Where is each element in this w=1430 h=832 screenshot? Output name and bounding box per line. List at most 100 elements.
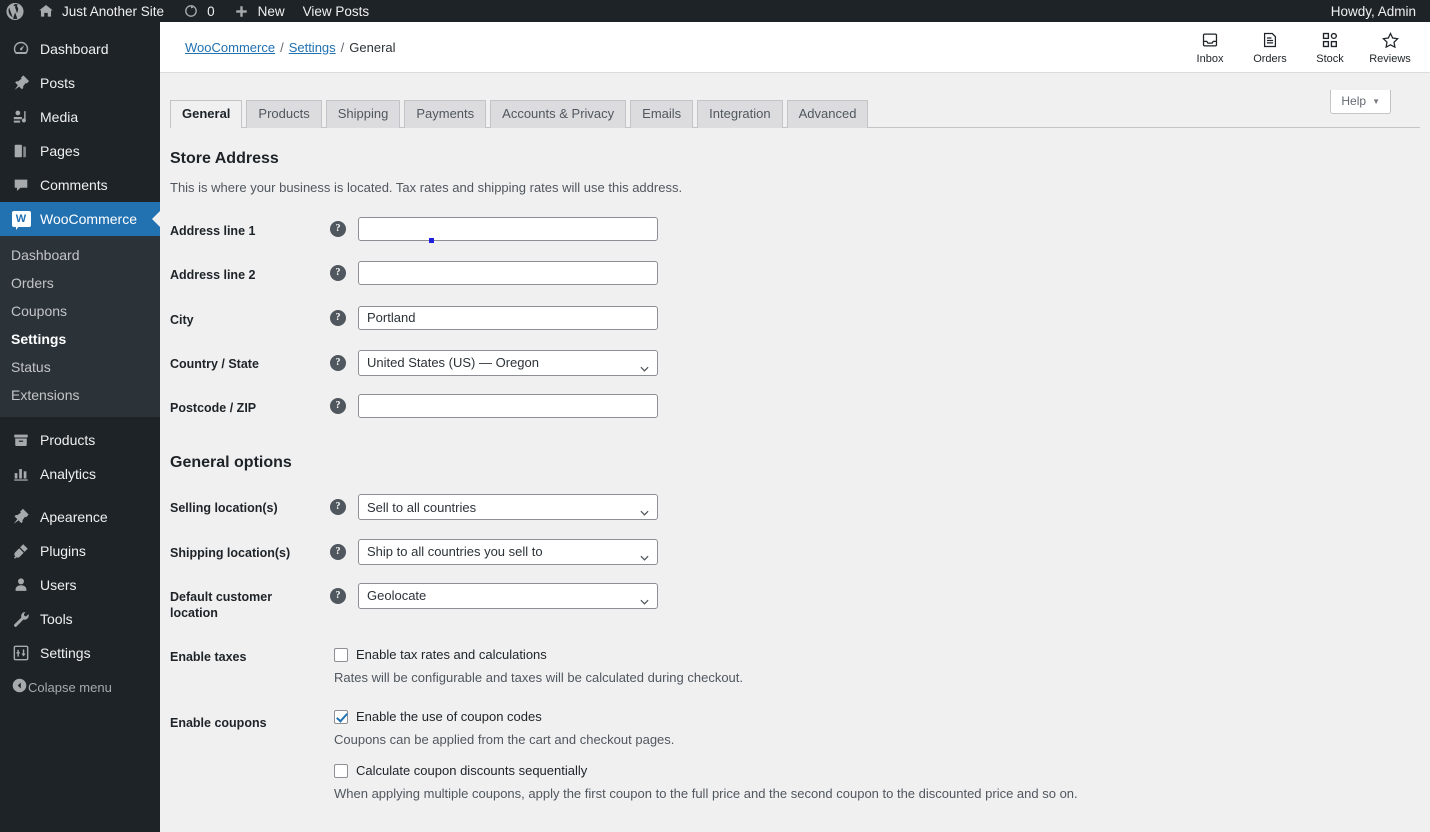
sidebar-item-settings[interactable]: Settings [0, 636, 160, 670]
sidebar-item-label: Posts [40, 75, 76, 91]
tool-stock[interactable]: Stock [1300, 22, 1360, 73]
tab-accounts-privacy[interactable]: Accounts & Privacy [490, 100, 627, 128]
header-tools: Inbox Orders Stock Reviews [1180, 22, 1420, 73]
field-label: Enable taxes [170, 650, 247, 665]
sidebar-item-users[interactable]: Users [0, 568, 160, 602]
sidebar-item-pages[interactable]: Pages [0, 134, 160, 168]
new-content-menu[interactable]: New [224, 0, 294, 22]
submenu-item-coupons[interactable]: Coupons [0, 297, 160, 325]
tool-orders[interactable]: Orders [1240, 22, 1300, 73]
tab-general[interactable]: General [170, 100, 243, 129]
wordpress-logo-icon [6, 2, 24, 20]
submenu-item-settings[interactable]: Settings [0, 325, 160, 353]
tool-label: Orders [1253, 53, 1287, 65]
store-address-description: This is where your business is located. … [170, 180, 683, 195]
wordpress-logo-menu[interactable] [0, 0, 28, 22]
sidebar-item-label: Pages [40, 143, 80, 159]
tool-inbox[interactable]: Inbox [1180, 22, 1240, 73]
enable-coupons-row: Enable the use of coupon codes [330, 709, 1430, 724]
enable-taxes-description: Rates will be configurable and taxes wil… [334, 670, 744, 686]
collapse-arrow-icon [11, 677, 28, 697]
submenu-item-extensions[interactable]: Extensions [0, 381, 160, 409]
text-cursor-marker [429, 238, 434, 243]
sequential-coupons-row: Calculate coupon discounts sequentially [330, 763, 1430, 778]
selling-locations-select[interactable]: Sell to all countries [358, 494, 658, 521]
help-tip-icon[interactable]: ? [330, 221, 346, 237]
help-tip-icon[interactable]: ? [330, 354, 346, 371]
sidebar-item-woocommerce[interactable]: W WooCommerce [0, 202, 160, 236]
tab-payments[interactable]: Payments [404, 100, 487, 128]
enable-coupons-label: Enable the use of coupon codes [356, 709, 542, 725]
plugins-icon [11, 541, 31, 561]
woocommerce-header: WooCommerce / Settings / General Inbox O… [160, 22, 1430, 73]
tool-label: Reviews [1369, 53, 1411, 65]
postcode-zip-input[interactable] [358, 394, 658, 418]
plus-icon [233, 2, 251, 20]
sidebar-item-posts[interactable]: Posts [0, 66, 160, 100]
default-customer-location-select[interactable]: Geolocate [358, 582, 658, 609]
tab-emails[interactable]: Emails [630, 100, 694, 128]
howdy-label: Howdy, Admin [1330, 3, 1416, 19]
admin-bar: Just Another Site 0 New View Posts Howdy… [0, 0, 1430, 22]
sequential-coupons-description: When applying multiple coupons, apply th… [334, 786, 1078, 802]
tool-reviews[interactable]: Reviews [1360, 22, 1420, 73]
chevron-down-icon [640, 549, 649, 561]
sidebar-item-appearance[interactable]: Apearence [0, 500, 160, 534]
admin-sidebar: Dashboard Posts Media Pages Comments W W… [0, 22, 160, 832]
field-row-enable-taxes: Enable taxes Enable tax rates and calcul… [170, 635, 1430, 693]
field-label: Enable coupons [170, 716, 267, 731]
sidebar-item-comments[interactable]: Comments [0, 168, 160, 202]
help-tip-icon[interactable]: ? [330, 309, 346, 326]
country-state-select[interactable]: United States (US) — Oregon [358, 349, 658, 376]
view-posts-link[interactable]: View Posts [294, 0, 379, 22]
store-address-table: Address line 1 ? Address line 2 ? City ?… [170, 209, 1430, 430]
sidebar-item-label: Products [40, 432, 96, 448]
submenu-item-status[interactable]: Status [0, 353, 160, 381]
help-tip-icon[interactable]: ? [330, 543, 346, 560]
address-line-1-input[interactable] [358, 217, 658, 241]
field-label: Country / State [170, 356, 259, 371]
breadcrumb-woocommerce[interactable]: WooCommerce [185, 40, 275, 55]
breadcrumb-settings[interactable]: Settings [289, 40, 336, 55]
analytics-icon [11, 464, 31, 484]
shipping-locations-select[interactable]: Ship to all countries you sell to [358, 538, 658, 565]
help-tip-icon[interactable]: ? [330, 398, 346, 414]
sidebar-item-tools[interactable]: Tools [0, 602, 160, 636]
help-tip-icon[interactable]: ? [330, 587, 346, 604]
tab-integration[interactable]: Integration [697, 100, 783, 128]
sequential-coupons-checkbox[interactable] [334, 763, 348, 778]
sidebar-item-label: Comments [40, 177, 108, 193]
sidebar-item-media[interactable]: Media [0, 100, 160, 134]
help-tip-icon[interactable]: ? [330, 265, 346, 282]
pin-icon [11, 73, 31, 93]
sidebar-item-products[interactable]: Products [0, 423, 160, 457]
account-menu[interactable]: Howdy, Admin [1322, 0, 1430, 22]
field-row-address-line-2: Address line 2 ? [170, 253, 1430, 297]
submenu-item-dashboard[interactable]: Dashboard [0, 241, 160, 269]
enable-taxes-checkbox[interactable] [334, 647, 348, 662]
sidebar-item-plugins[interactable]: Plugins [0, 534, 160, 568]
collapse-menu-button[interactable]: Colapse menu [0, 670, 160, 704]
tab-products[interactable]: Products [246, 100, 322, 128]
tools-icon [11, 609, 31, 629]
settings-icon [11, 643, 31, 663]
submenu-item-orders[interactable]: Orders [0, 269, 160, 297]
field-label: Postcode / ZIP [170, 401, 257, 415]
tab-shipping[interactable]: Shipping [325, 100, 401, 128]
breadcrumb: WooCommerce / Settings / General [185, 40, 396, 55]
sidebar-item-dashboard[interactable]: Dashboard [0, 32, 160, 66]
help-tip-icon[interactable]: ? [330, 499, 346, 516]
stock-grid-icon [1320, 30, 1340, 50]
general-options-title: General options [170, 454, 292, 472]
tab-advanced[interactable]: Advanced [786, 100, 869, 128]
sidebar-item-analytics[interactable]: Analytics [0, 457, 160, 491]
settings-tabs: General Products Shipping Payments Accou… [170, 100, 1430, 129]
enable-coupons-checkbox[interactable] [334, 709, 348, 724]
site-name-menu[interactable]: Just Another Site [28, 0, 173, 22]
appearance-icon [11, 507, 31, 527]
tabs-list: General Products Shipping Payments Accou… [170, 100, 872, 129]
breadcrumb-separator: / [340, 39, 345, 55]
city-input[interactable] [358, 305, 658, 330]
address-line-2-input[interactable] [358, 261, 658, 286]
comments-bubble[interactable]: 0 [173, 0, 224, 22]
